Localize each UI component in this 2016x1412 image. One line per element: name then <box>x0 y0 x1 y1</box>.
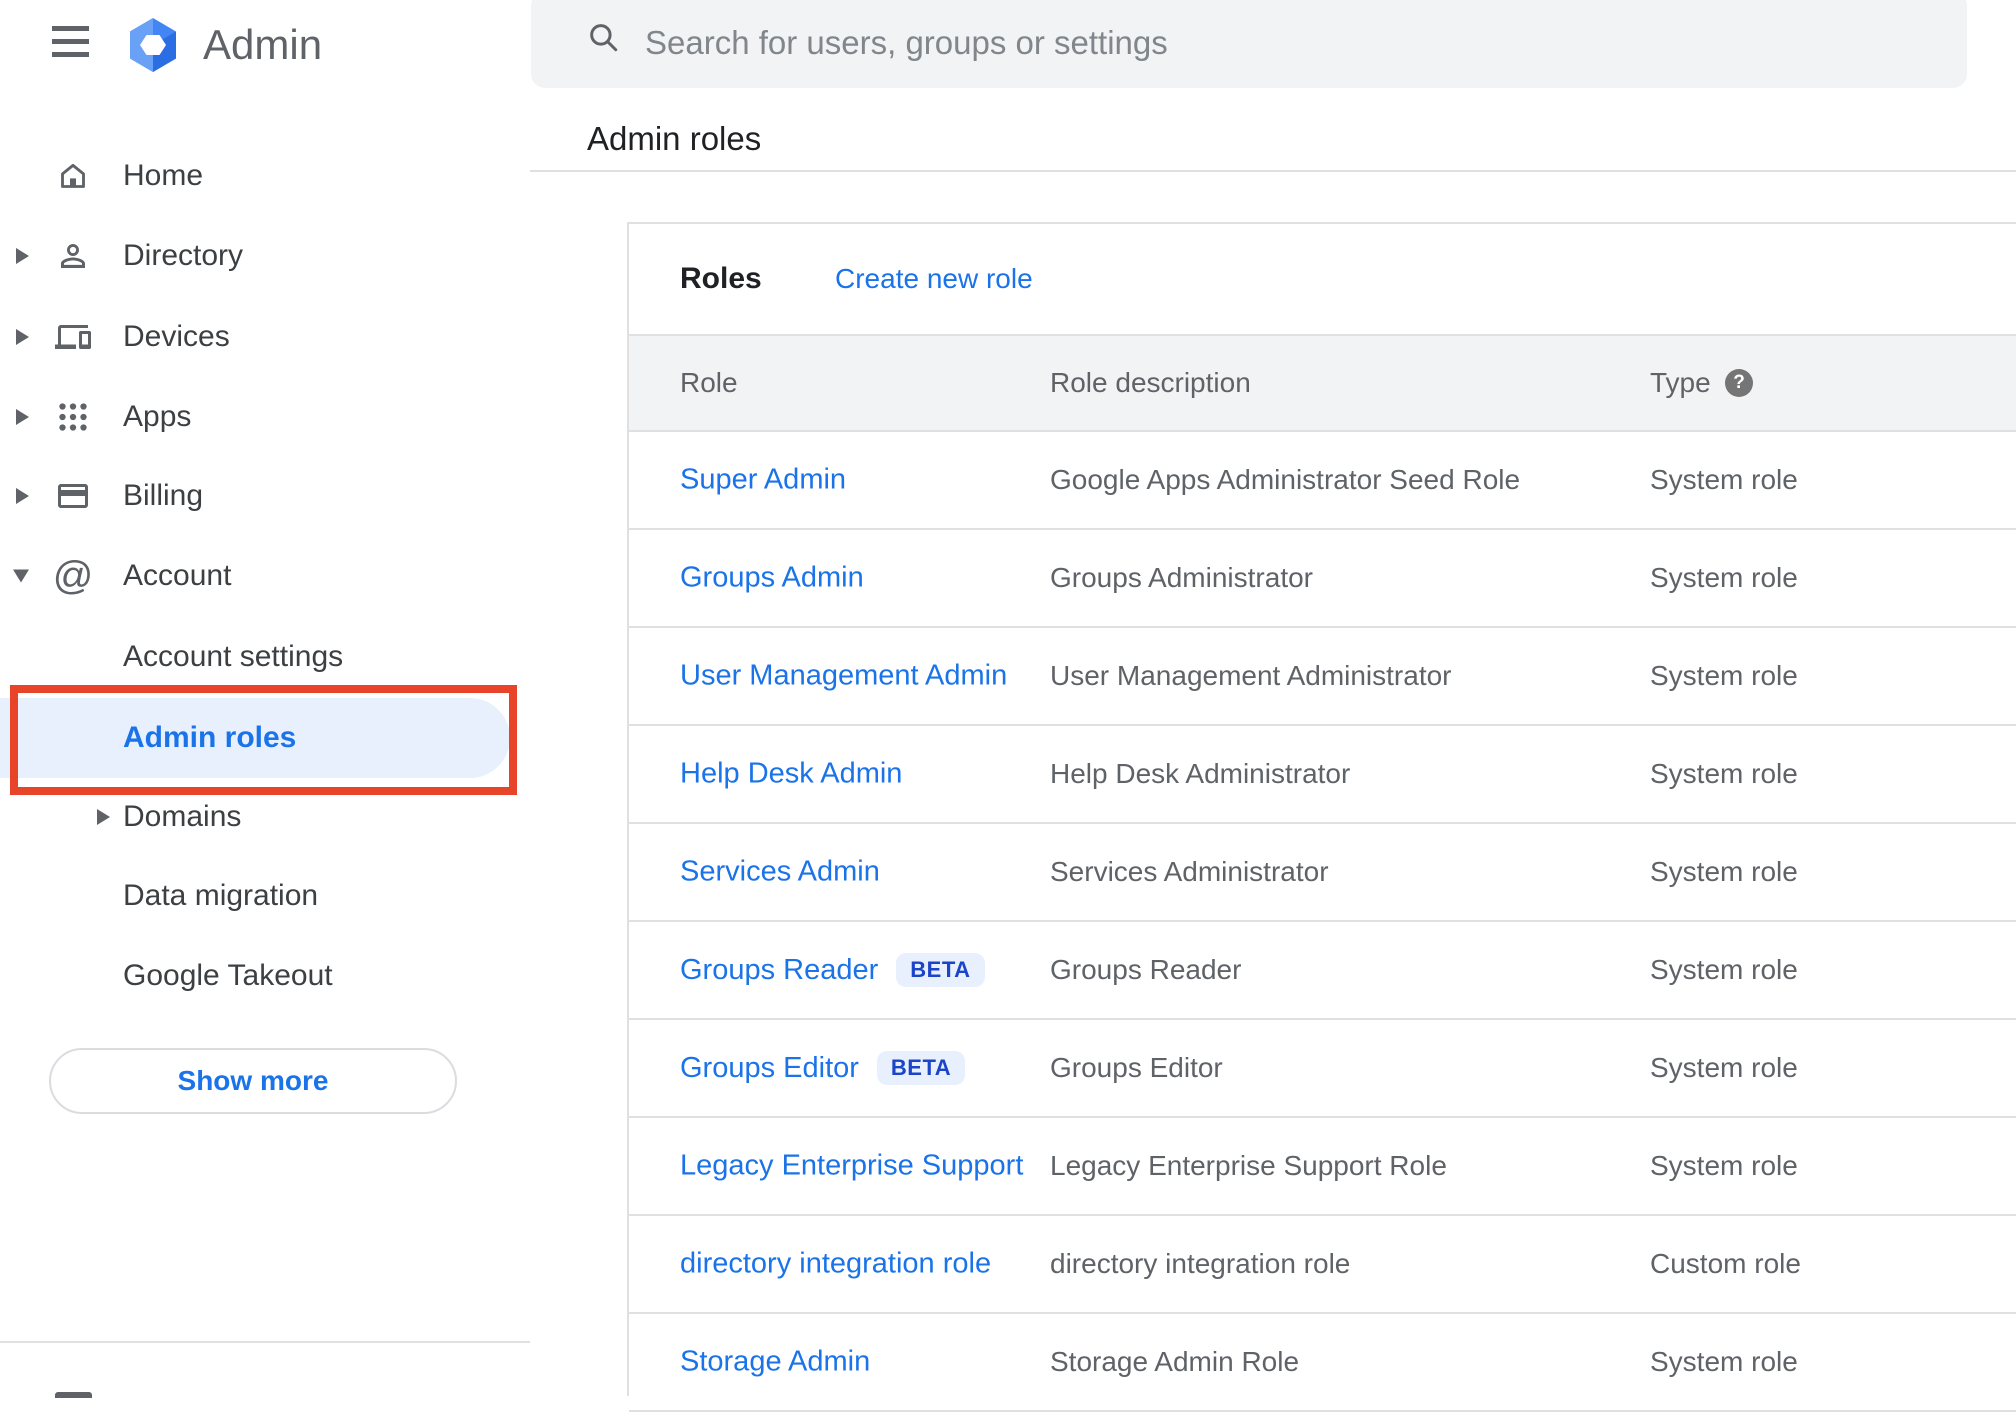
beta-badge: BETA <box>876 1051 966 1085</box>
table-row: Help Desk Admin Help Desk Administrator … <box>629 726 2016 824</box>
table-row: Legacy Enterprise Support Legacy Enterpr… <box>629 1118 2016 1216</box>
sidebar-item-account-settings[interactable]: Account settings <box>0 627 530 687</box>
table-row: Groups Reader BETA Groups Reader System … <box>629 922 2016 1020</box>
role-link[interactable]: Super Admin <box>680 464 846 497</box>
table-row: Groups Editor BETA Groups Editor System … <box>629 1020 2016 1118</box>
role-link[interactable]: Groups Reader <box>680 954 878 987</box>
role-description: User Management Administrator <box>1050 660 1452 691</box>
expand-arrow-icon[interactable] <box>16 329 29 345</box>
admin-hexagon-logo-icon <box>130 18 176 72</box>
roles-heading: Roles <box>680 262 762 295</box>
sidebar-item-label: Account <box>123 559 232 592</box>
role-type: System role <box>1650 562 1798 593</box>
beta-badge: BETA <box>896 953 985 987</box>
sidebar-item-devices[interactable]: Devices <box>0 307 530 367</box>
role-link[interactable]: Groups Admin <box>680 562 864 595</box>
sidebar-item-label: Admin roles <box>123 721 297 754</box>
devices-icon <box>55 319 91 355</box>
expand-arrow-icon[interactable] <box>16 248 29 264</box>
sidebar-item-billing[interactable]: Billing <box>0 466 530 526</box>
sidebar-item-label: Devices <box>123 320 230 353</box>
table-body: Super Admin Google Apps Administrator Se… <box>629 432 2016 1412</box>
sidebar-item-data-migration[interactable]: Data migration <box>0 866 530 926</box>
show-more-button[interactable]: Show more <box>49 1048 457 1114</box>
search-input[interactable] <box>643 0 1927 86</box>
role-description: directory integration role <box>1050 1248 1351 1279</box>
role-link[interactable]: Legacy Enterprise Support <box>680 1150 1023 1183</box>
role-description: Google Apps Administrator Seed Role <box>1050 464 1521 495</box>
search-bar[interactable] <box>531 0 1967 88</box>
expand-arrow-icon[interactable] <box>97 809 110 825</box>
collapse-arrow-icon[interactable] <box>13 569 29 583</box>
table-header-row: Role Role description Type ? <box>629 334 2016 432</box>
role-description: Groups Administrator <box>1050 562 1313 593</box>
sidebar-item-label: Account settings <box>123 640 344 673</box>
table-row: Storage Admin Storage Admin Role System … <box>629 1314 2016 1412</box>
sidebar-divider <box>0 1341 530 1343</box>
content-divider <box>530 170 2016 172</box>
sidebar-item-account[interactable]: @ Account <box>0 546 530 606</box>
sidebar-item-label: Directory <box>123 239 244 272</box>
role-link[interactable]: Services Admin <box>680 856 880 889</box>
role-description: Storage Admin Role <box>1050 1346 1300 1377</box>
role-type: System role <box>1650 1346 1798 1377</box>
role-description: Help Desk Administrator <box>1050 758 1351 789</box>
table-row: Groups Admin Groups Administrator System… <box>629 530 2016 628</box>
column-header-role-description: Role description <box>1050 367 1251 398</box>
person-icon <box>55 238 91 274</box>
column-header-type: Type <box>1650 367 1711 398</box>
hamburger-menu-icon[interactable] <box>52 26 89 64</box>
create-new-role-link[interactable]: Create new role <box>835 263 1033 295</box>
role-type: System role <box>1650 1150 1798 1181</box>
sidebar-item-label: Home <box>123 159 204 192</box>
sidebar-item-directory[interactable]: Directory <box>0 226 530 286</box>
expand-arrow-icon[interactable] <box>16 409 29 425</box>
app-title: Admin <box>203 21 323 68</box>
role-description: Groups Reader <box>1050 954 1242 985</box>
role-type: System role <box>1650 954 1798 985</box>
role-link[interactable]: Storage Admin <box>680 1346 870 1379</box>
sidebar-item-google-takeout[interactable]: Google Takeout <box>0 946 530 1006</box>
table-row: Super Admin Google Apps Administrator Se… <box>629 432 2016 530</box>
sidebar-item-label: Billing <box>123 479 204 512</box>
role-type: System role <box>1650 1052 1798 1083</box>
at-sign-icon: @ <box>52 554 94 598</box>
clipped-sidebar-icon <box>55 1392 92 1398</box>
role-link[interactable]: Help Desk Admin <box>680 758 902 791</box>
table-row: directory integration role directory int… <box>629 1216 2016 1314</box>
role-description: Groups Editor <box>1050 1052 1223 1083</box>
page-title: Admin roles <box>587 120 762 157</box>
help-question-icon[interactable]: ? <box>1725 369 1753 397</box>
sidebar-item-label: Google Takeout <box>123 959 333 992</box>
credit-card-icon <box>55 478 91 514</box>
search-icon <box>586 20 620 59</box>
roles-panel: Roles Create new role Role Role descript… <box>627 222 2016 1412</box>
table-row: User Management Admin User Management Ad… <box>629 628 2016 726</box>
role-link[interactable]: User Management Admin <box>680 660 1007 693</box>
sidebar-item-label: Domains <box>123 800 242 833</box>
role-type: Custom role <box>1650 1248 1801 1279</box>
role-link[interactable]: directory integration role <box>680 1248 991 1281</box>
sidebar-item-admin-roles-selected[interactable]: Admin roles <box>0 698 510 778</box>
home-icon <box>55 158 91 194</box>
role-description: Services Administrator <box>1050 856 1329 887</box>
sidebar-item-domains[interactable]: Domains <box>0 787 530 847</box>
role-type: System role <box>1650 464 1798 495</box>
admin-logo: Admin <box>128 18 322 72</box>
table-row: Services Admin Services Administrator Sy… <box>629 824 2016 922</box>
column-header-role: Role <box>680 367 738 398</box>
sidebar-item-label: Data migration <box>123 879 319 912</box>
role-type: System role <box>1650 660 1798 691</box>
role-type: System role <box>1650 856 1798 887</box>
expand-arrow-icon[interactable] <box>16 488 29 504</box>
sidebar-item-label: Apps <box>123 400 192 433</box>
apps-grid-icon <box>55 399 91 435</box>
role-type: System role <box>1650 758 1798 789</box>
sidebar-item-apps[interactable]: Apps <box>0 387 530 447</box>
role-description: Legacy Enterprise Support Role <box>1050 1150 1447 1181</box>
roles-panel-header: Roles Create new role <box>629 224 2016 334</box>
sidebar-item-home[interactable]: Home <box>0 146 530 206</box>
role-link[interactable]: Groups Editor <box>680 1052 859 1085</box>
